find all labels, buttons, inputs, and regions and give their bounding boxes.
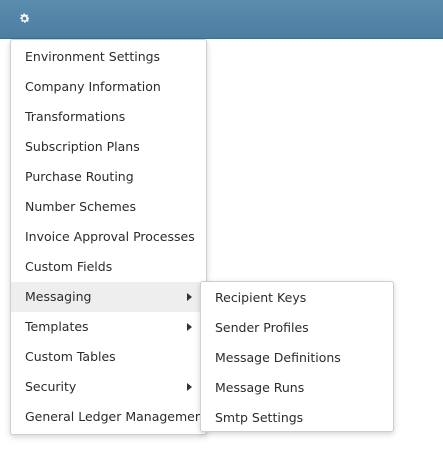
menu-item-custom-tables[interactable]: Custom Tables [11, 342, 206, 372]
messaging-submenu: Recipient Keys Sender Profiles Message D… [200, 281, 394, 432]
menu-item-subscription-plans[interactable]: Subscription Plans [11, 132, 206, 162]
menu-item-templates-label: Templates [25, 319, 89, 334]
submenu-item-recipient-keys[interactable]: Recipient Keys [201, 283, 393, 313]
menu-item-number-schemes[interactable]: Number Schemes [11, 192, 206, 222]
menu-item-messaging-label: Messaging [25, 289, 92, 304]
submenu-item-message-runs[interactable]: Message Runs [201, 373, 393, 403]
menu-item-security[interactable]: Security [11, 372, 206, 402]
settings-button[interactable] [10, 5, 38, 33]
submenu-item-smtp-settings[interactable]: Smtp Settings [201, 403, 393, 433]
menu-item-invoice-approval-processes[interactable]: Invoice Approval Processes [11, 222, 206, 252]
top-toolbar [0, 0, 443, 39]
menu-item-general-ledger-management[interactable]: General Ledger Management [11, 402, 208, 432]
gear-icon [18, 10, 31, 29]
caret-right-icon [187, 383, 192, 391]
menu-item-purchase-routing[interactable]: Purchase Routing [11, 162, 206, 192]
menu-item-messaging[interactable]: Messaging [11, 282, 206, 312]
menu-item-company-information[interactable]: Company Information [11, 72, 206, 102]
menu-item-security-label: Security [25, 379, 77, 394]
menu-item-environment-settings[interactable]: Environment Settings [11, 42, 206, 72]
caret-right-icon [187, 293, 192, 301]
submenu-item-message-definitions[interactable]: Message Definitions [201, 343, 393, 373]
menu-item-transformations[interactable]: Transformations [11, 102, 206, 132]
settings-dropdown-menu: Environment Settings Company Information… [10, 39, 208, 435]
submenu-item-sender-profiles[interactable]: Sender Profiles [201, 313, 393, 343]
caret-right-icon [187, 323, 192, 331]
menu-item-custom-fields[interactable]: Custom Fields [11, 252, 206, 282]
menu-item-templates[interactable]: Templates [11, 312, 206, 342]
